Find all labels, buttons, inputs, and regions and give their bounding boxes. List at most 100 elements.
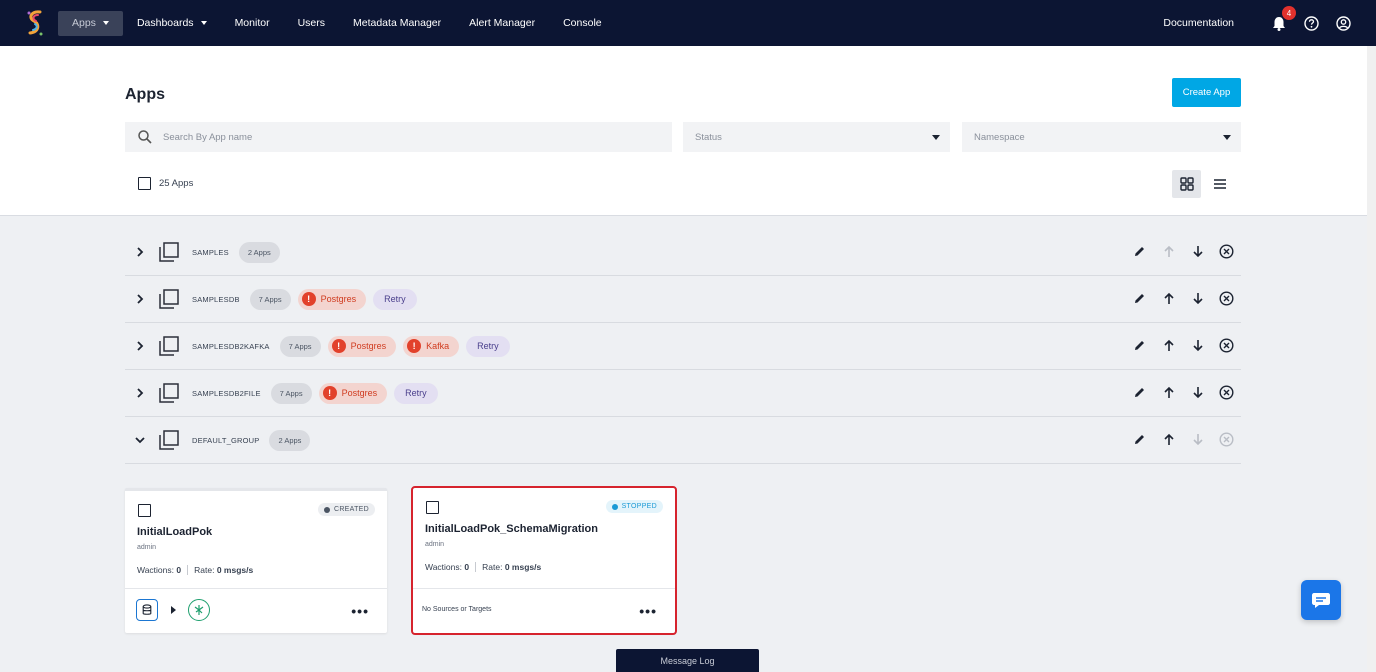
delete-group-icon[interactable] [1218, 337, 1235, 354]
main-nav: Apps Dashboards Monitor Users Metadata M… [58, 0, 616, 46]
status-badge: STOPPED [605, 500, 663, 513]
app-name[interactable]: InitialLoadPok_SchemaMigration [425, 523, 598, 535]
nav-console[interactable]: Console [549, 11, 616, 36]
edit-icon[interactable] [1131, 431, 1148, 448]
group-stack-icon [159, 383, 179, 403]
group-name: SAMPLES [192, 247, 229, 257]
status-select-label: Status [695, 131, 722, 143]
view-toggle [1172, 170, 1234, 198]
delete-group-icon [1218, 431, 1235, 448]
group-stack-icon [159, 242, 179, 262]
chevron-down-icon[interactable] [134, 434, 146, 446]
error-pill-postgres[interactable]: ! Postgres [318, 382, 388, 404]
dropdown-arrow-icon [932, 135, 940, 140]
help-icon[interactable] [1302, 14, 1320, 32]
error-pill-postgres[interactable]: ! Postgres [297, 288, 367, 310]
error-icon: ! [407, 339, 422, 353]
flow-arrow-icon [171, 606, 176, 614]
group-name: SAMPLESDB2FILE [192, 388, 261, 398]
retry-button[interactable]: Retry [373, 288, 417, 310]
status-select[interactable]: Status [683, 122, 950, 152]
striim-logo-icon[interactable] [24, 8, 46, 38]
error-icon: ! [322, 386, 337, 400]
list-view-icon[interactable] [1205, 170, 1234, 198]
create-app-button[interactable]: Create App [1172, 78, 1241, 107]
group-row-samplesdb[interactable]: SAMPLESDB 7 Apps ! Postgres Retry [125, 276, 1241, 323]
documentation-link[interactable]: Documentation [1163, 17, 1234, 29]
move-up-icon[interactable] [1160, 290, 1177, 307]
error-icon: ! [331, 339, 346, 353]
chevron-right-icon[interactable] [134, 293, 146, 305]
group-row-samplesdb2kafka[interactable]: SAMPLESDB2KAFKA 7 Apps ! Postgres ! Kafka … [125, 323, 1241, 370]
group-name: SAMPLESDB [192, 294, 240, 304]
app-count-pill: 7 Apps [279, 335, 321, 357]
page-scrollbar[interactable] [1367, 46, 1376, 672]
user-account-icon[interactable] [1334, 14, 1352, 32]
chat-icon[interactable] [1301, 580, 1341, 620]
move-down-icon[interactable] [1189, 290, 1206, 307]
app-card-initialloadpok[interactable]: CREATED InitialLoadPok admin Wactions: 0… [125, 488, 387, 633]
nav-alert-manager[interactable]: Alert Manager [455, 11, 549, 36]
more-options-icon[interactable]: ••• [351, 603, 369, 619]
app-card-initialloadpok-schemamigration[interactable]: STOPPED InitialLoadPok_SchemaMigration a… [411, 486, 677, 635]
move-down-icon[interactable] [1189, 243, 1206, 260]
select-all-checkbox[interactable] [138, 177, 151, 190]
move-up-icon[interactable] [1160, 337, 1177, 354]
move-down-icon[interactable] [1189, 337, 1206, 354]
nav-metadata-manager[interactable]: Metadata Manager [339, 11, 455, 36]
group-row-default-group[interactable]: DEFAULT_GROUP 2 Apps [125, 417, 1241, 464]
error-pill-kafka[interactable]: ! Kafka [403, 335, 460, 357]
delete-group-icon[interactable] [1218, 243, 1235, 260]
nav-users[interactable]: Users [284, 11, 339, 36]
grid-view-icon[interactable] [1172, 170, 1201, 198]
move-down-icon [1189, 431, 1206, 448]
bell-icon[interactable]: 4 [1270, 6, 1296, 32]
database-source-icon[interactable] [136, 599, 158, 621]
page-title: Apps [125, 86, 165, 103]
message-log-button[interactable]: Message Log [616, 649, 759, 672]
retry-button[interactable]: Retry [394, 382, 438, 404]
status-dot-icon [611, 503, 618, 510]
delete-group-icon[interactable] [1218, 384, 1235, 401]
search-input[interactable] [163, 131, 643, 143]
top-navbar: Apps Dashboards Monitor Users Metadata M… [0, 0, 1376, 46]
retry-button[interactable]: Retry [466, 335, 510, 357]
chevron-right-icon[interactable] [134, 340, 146, 352]
namespace-select[interactable]: Namespace [962, 122, 1241, 152]
apps-header: Apps Create App Status Namespace 25 Apps [0, 46, 1367, 216]
delete-group-icon[interactable] [1218, 290, 1235, 307]
nav-monitor[interactable]: Monitor [221, 11, 284, 36]
edit-icon[interactable] [1131, 290, 1148, 307]
no-sources-text: No Sources or Targets [422, 606, 492, 613]
chevron-right-icon[interactable] [134, 387, 146, 399]
move-up-icon[interactable] [1160, 431, 1177, 448]
dropdown-arrow-icon [1223, 135, 1231, 140]
namespace-select-label: Namespace [974, 131, 1025, 143]
status-dot-icon [323, 506, 330, 513]
app-name[interactable]: InitialLoadPok [137, 526, 212, 538]
more-options-icon[interactable]: ••• [639, 603, 657, 619]
edit-icon[interactable] [1131, 337, 1148, 354]
app-stats: Wactions: 0 Rate: 0 msgs/s [137, 565, 254, 575]
move-down-icon[interactable] [1189, 384, 1206, 401]
error-pill-postgres[interactable]: ! Postgres [327, 335, 397, 357]
group-name: SAMPLESDB2KAFKA [192, 341, 270, 351]
chevron-down-icon [102, 21, 109, 25]
group-row-samplesdb2file[interactable]: SAMPLESDB2FILE 7 Apps ! Postgres Retry [125, 370, 1241, 417]
app-select-checkbox[interactable] [138, 504, 151, 517]
notification-badge: 4 [1282, 6, 1296, 20]
nav-dashboards[interactable]: Dashboards [123, 11, 221, 36]
edit-icon[interactable] [1131, 243, 1148, 260]
app-count-pill: 7 Apps [249, 288, 291, 310]
group-stack-icon [159, 430, 179, 450]
app-owner: admin [137, 544, 157, 551]
group-row-samples[interactable]: SAMPLES 2 Apps [125, 229, 1241, 276]
nav-apps[interactable]: Apps [58, 10, 123, 36]
target-adapter-icon[interactable] [188, 599, 210, 621]
move-up-icon[interactable] [1160, 384, 1177, 401]
edit-icon[interactable] [1131, 384, 1148, 401]
app-select-checkbox[interactable] [426, 501, 439, 514]
chevron-right-icon[interactable] [134, 246, 146, 258]
app-groups-list: SAMPLES 2 Apps SAMPLESDB 7 Apps ! Postgre… [125, 229, 1241, 464]
app-owner: admin [425, 541, 445, 548]
